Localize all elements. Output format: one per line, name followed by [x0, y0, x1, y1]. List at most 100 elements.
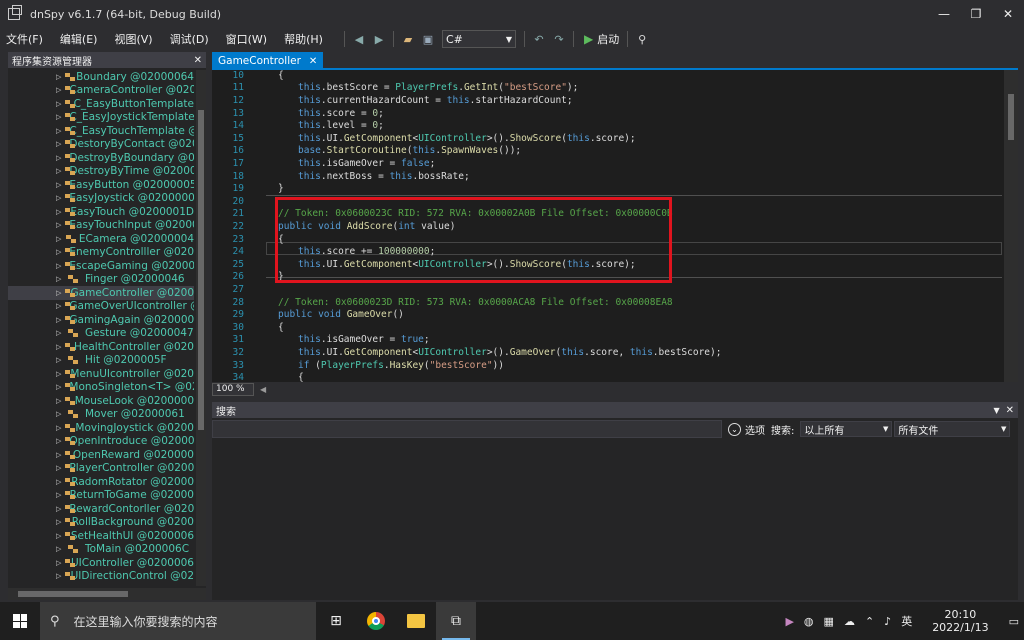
scrollbar-thumb[interactable]	[198, 110, 204, 430]
tree-item[interactable]: ▷ GameController @0200	[8, 286, 194, 300]
expand-arrow-icon[interactable]: ▷	[56, 73, 61, 81]
tree-item[interactable]: ▷ Mover @02000061	[8, 408, 194, 422]
tree-item[interactable]: ▷ CameraController @020	[8, 84, 194, 98]
tree-item[interactable]: ▷ GameOverUIcontroller @	[8, 300, 194, 314]
tree-item[interactable]: ▷ Finger @02000046	[8, 273, 194, 287]
tree-item[interactable]: ▷ HealthController @020	[8, 340, 194, 354]
expand-arrow-icon[interactable]: ▷	[56, 86, 61, 94]
tree-item[interactable]: ▷ DestroyByBoundary @0	[8, 151, 194, 165]
scrollbar-thumb[interactable]	[18, 591, 128, 597]
back-icon[interactable]: ◀	[351, 31, 367, 47]
scroll-left-icon[interactable]: ◀	[260, 385, 266, 394]
menu-window[interactable]: 窗口(W)	[220, 31, 273, 47]
minimize-icon[interactable]: —	[928, 0, 960, 28]
expand-arrow-icon[interactable]: ▷	[56, 167, 61, 175]
forward-icon[interactable]: ▶	[371, 31, 387, 47]
expand-arrow-icon[interactable]: ▷	[56, 410, 64, 418]
tree-item[interactable]: ▷ EnemyControlller @020	[8, 246, 194, 260]
expand-arrow-icon[interactable]: ▷	[56, 464, 61, 472]
expand-arrow-icon[interactable]: ▷	[56, 221, 61, 229]
tree-item[interactable]: ▷ RadomRotator @02000	[8, 475, 194, 489]
scrollbar-thumb[interactable]	[1008, 94, 1014, 140]
expand-arrow-icon[interactable]: ▷	[56, 518, 61, 526]
expand-arrow-icon[interactable]: ▷	[56, 275, 64, 283]
menu-help[interactable]: 帮助(H)	[278, 31, 329, 47]
expand-arrow-icon[interactable]: ▷	[56, 424, 61, 432]
tree-item[interactable]: ▷ RewardContorller @020	[8, 502, 194, 516]
start-button[interactable]: ▶ 启动	[584, 31, 619, 47]
search-scope-select[interactable]: 以上所有 ▼	[800, 421, 893, 437]
ime-indicator[interactable]: 英	[901, 613, 912, 629]
tab-gamecontroller[interactable]: GameController ✕	[212, 52, 324, 70]
chevron-up-icon[interactable]: ⌃	[865, 615, 874, 628]
tree-item[interactable]: ▷ MovingJoystick @0200	[8, 421, 194, 435]
tree-item[interactable]: ▷ DestoryByContact @020	[8, 138, 194, 152]
restore-icon[interactable]: ❐	[960, 0, 992, 28]
file-filter-select[interactable]: 所有文件 ▼	[894, 421, 1011, 437]
editor-vertical-scrollbar[interactable]	[1004, 70, 1018, 382]
tree-item[interactable]: ▷ Hit @0200005F	[8, 354, 194, 368]
tree-item[interactable]: ▷ C_EasyJoystickTemplate	[8, 111, 194, 125]
notification-icon[interactable]: ▭	[1009, 615, 1019, 628]
tree-item[interactable]: ▷ ECamera @02000004	[8, 232, 194, 246]
tree-item[interactable]: ▷ PlayerController @0200	[8, 462, 194, 476]
tree-item[interactable]: ▷ ReturnToGame @02000	[8, 489, 194, 503]
expand-arrow-icon[interactable]: ▷	[56, 208, 61, 216]
expand-arrow-icon[interactable]: ▷	[56, 181, 61, 189]
cloud-icon[interactable]: ☁	[844, 615, 855, 628]
wechat-icon[interactable]: ◍	[804, 615, 814, 628]
tree-item[interactable]: ▷ EasyTouchInput @02000	[8, 219, 194, 233]
expand-arrow-icon[interactable]: ▷	[56, 397, 61, 405]
tree-item[interactable]: ▷ SetHealthUI @0200006	[8, 529, 194, 543]
expand-arrow-icon[interactable]: ▷	[56, 343, 61, 351]
search-icon[interactable]: ⚲	[634, 31, 650, 47]
tree-item[interactable]: ▷ MenuUIcontroller @020	[8, 367, 194, 381]
taskbar-search-box[interactable]: ⚲ 在这里输入你要搜索的内容	[40, 602, 316, 640]
volume-icon[interactable]: ♪	[884, 615, 891, 628]
tree-item[interactable]: ▷ ToMain @0200006C	[8, 543, 194, 557]
expand-arrow-icon[interactable]: ▷	[56, 491, 61, 499]
tree-item[interactable]: ▷ DestroyByTime @02000	[8, 165, 194, 179]
options-button[interactable]: ⌄ 选项	[728, 422, 765, 437]
expand-arrow-icon[interactable]: ▷	[56, 329, 64, 337]
expand-arrow-icon[interactable]: ▷	[56, 370, 61, 378]
tree-item[interactable]: ▷ C_EasyButtonTemplate	[8, 97, 194, 111]
expand-arrow-icon[interactable]: ▷	[56, 532, 61, 540]
open-folder-icon[interactable]: ▰	[400, 31, 416, 47]
tree-vertical-scrollbar[interactable]	[196, 70, 206, 586]
expand-arrow-icon[interactable]: ▷	[56, 154, 61, 162]
start-button[interactable]	[0, 602, 40, 640]
expand-arrow-icon[interactable]: ▷	[56, 572, 61, 580]
zoom-select[interactable]: 100 %	[212, 382, 254, 396]
menu-file[interactable]: 文件(F)	[0, 31, 49, 47]
expand-arrow-icon[interactable]: ▷	[56, 383, 61, 391]
expand-arrow-icon[interactable]: ▷	[56, 559, 61, 567]
tree-item[interactable]: ▷ GamingAgain @0200000	[8, 313, 194, 327]
menu-edit[interactable]: 编辑(E)	[54, 31, 104, 47]
tree-item[interactable]: ▷ EasyTouch @0200001D	[8, 205, 194, 219]
tree-item[interactable]: ▷ OpenIntroduce @02000	[8, 435, 194, 449]
expand-arrow-icon[interactable]: ▷	[56, 356, 64, 364]
tree-item[interactable]: ▷ EscapeGaming @0200000	[8, 259, 194, 273]
clock[interactable]: 20:10 2022/1/13	[927, 608, 993, 634]
expand-arrow-icon[interactable]: ▷	[56, 235, 62, 243]
tree-item[interactable]: ▷ C_EasyTouchTemplate @	[8, 124, 194, 138]
expand-arrow-icon[interactable]: ▷	[56, 451, 61, 459]
task-view-icon[interactable]: ⊞	[316, 602, 356, 640]
vs-icon[interactable]: ▶	[785, 615, 793, 628]
expand-arrow-icon[interactable]: ▷	[56, 194, 61, 202]
close-icon[interactable]: ✕	[992, 0, 1024, 28]
code-editor[interactable]: 10 {11 this.bestScore = PlayerPrefs.GetInt…	[212, 70, 1018, 382]
expand-arrow-icon[interactable]: ▷	[56, 127, 61, 135]
network-icon[interactable]: ▦	[824, 615, 834, 628]
undo-icon[interactable]: ↶	[531, 31, 547, 47]
close-icon[interactable]: ✕	[1006, 405, 1014, 416]
chrome-icon[interactable]	[356, 602, 396, 640]
tree-item[interactable]: ▷ Boundary @02000064	[8, 70, 194, 84]
expand-arrow-icon[interactable]: ▷	[56, 505, 61, 513]
tree-item[interactable]: ▷ UIDirectionControl @02	[8, 570, 194, 584]
expand-arrow-icon[interactable]: ▷	[56, 316, 61, 324]
expand-arrow-icon[interactable]: ▷	[56, 100, 61, 108]
tree-item[interactable]: ▷ UIController @0200006	[8, 556, 194, 570]
expand-arrow-icon[interactable]: ▷	[56, 113, 61, 121]
